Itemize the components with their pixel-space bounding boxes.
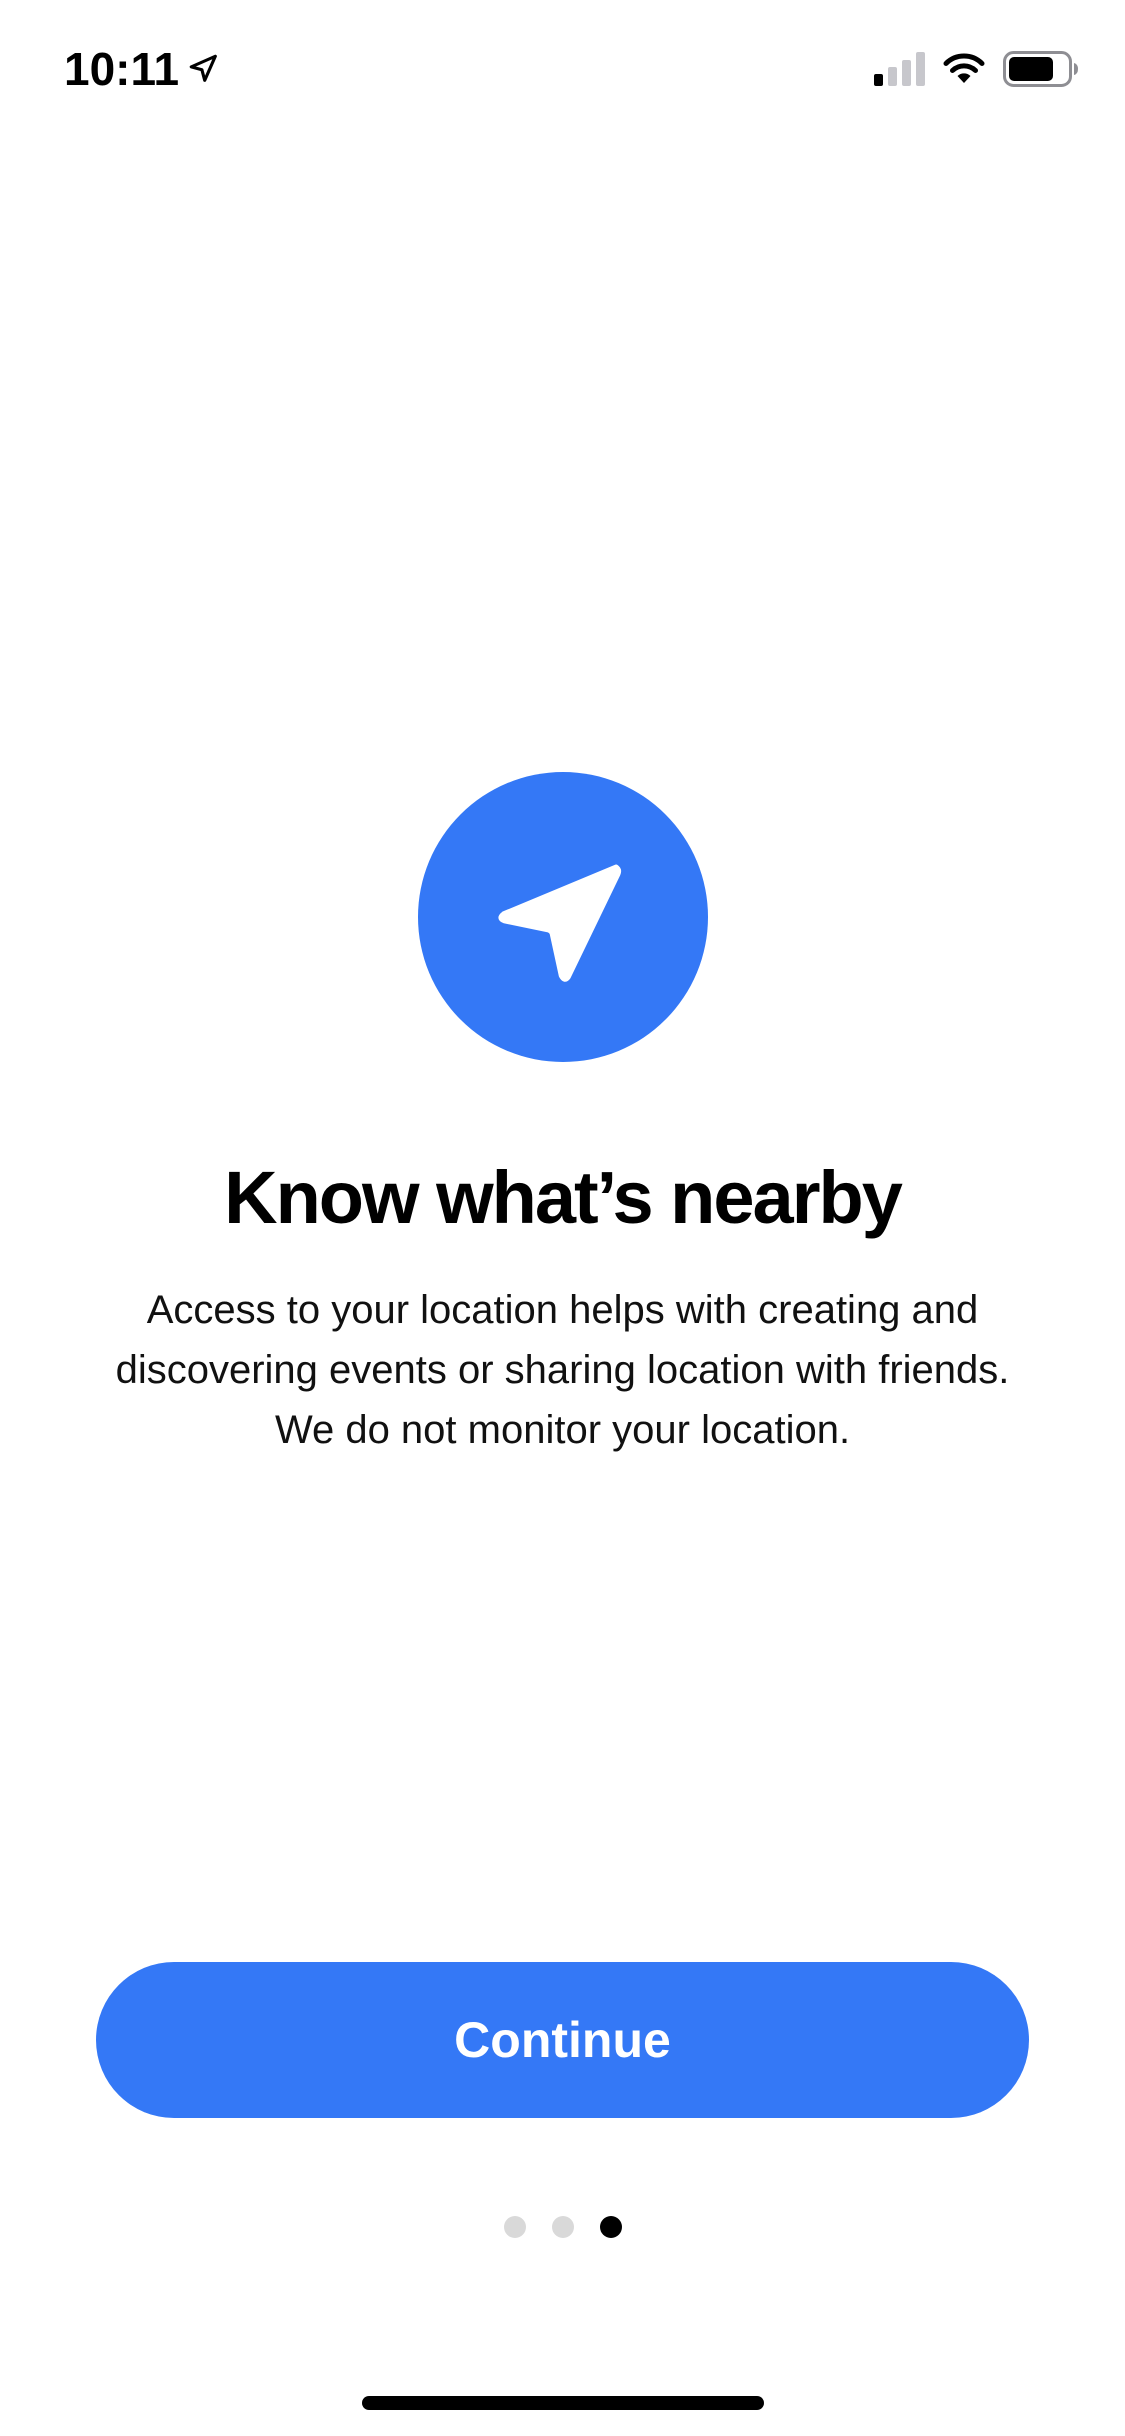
- page-indicator[interactable]: [0, 2216, 1125, 2238]
- signal-bar: [888, 67, 897, 86]
- onboarding-description: Access to your location helps with creat…: [115, 1288, 1010, 1452]
- page-dot-3[interactable]: [599, 2216, 622, 2238]
- signal-bar: [902, 60, 911, 86]
- status-indicators: [874, 48, 1079, 90]
- location-arrow-icon: [498, 864, 622, 982]
- page-dot-2[interactable]: [551, 2216, 574, 2238]
- cellular-signal-icon: [874, 52, 925, 86]
- onboarding-title: Know what’s nearby: [224, 1156, 903, 1239]
- battery-icon: [1003, 51, 1078, 87]
- page-dot-1[interactable]: [503, 2216, 526, 2238]
- location-permission-badge: [418, 772, 708, 1062]
- wifi-icon: [943, 53, 985, 83]
- battery-level-fill: [1009, 57, 1053, 81]
- status-bar: 10:11: [0, 0, 1125, 135]
- home-indicator[interactable]: [362, 2396, 764, 2410]
- signal-bar: [874, 74, 883, 86]
- signal-bar: [916, 52, 925, 86]
- status-time: 10:11: [64, 43, 180, 95]
- location-arrow-icon: [189, 54, 218, 82]
- continue-button[interactable]: Continue: [96, 1962, 1029, 2118]
- status-time-group: 10:11: [64, 40, 221, 98]
